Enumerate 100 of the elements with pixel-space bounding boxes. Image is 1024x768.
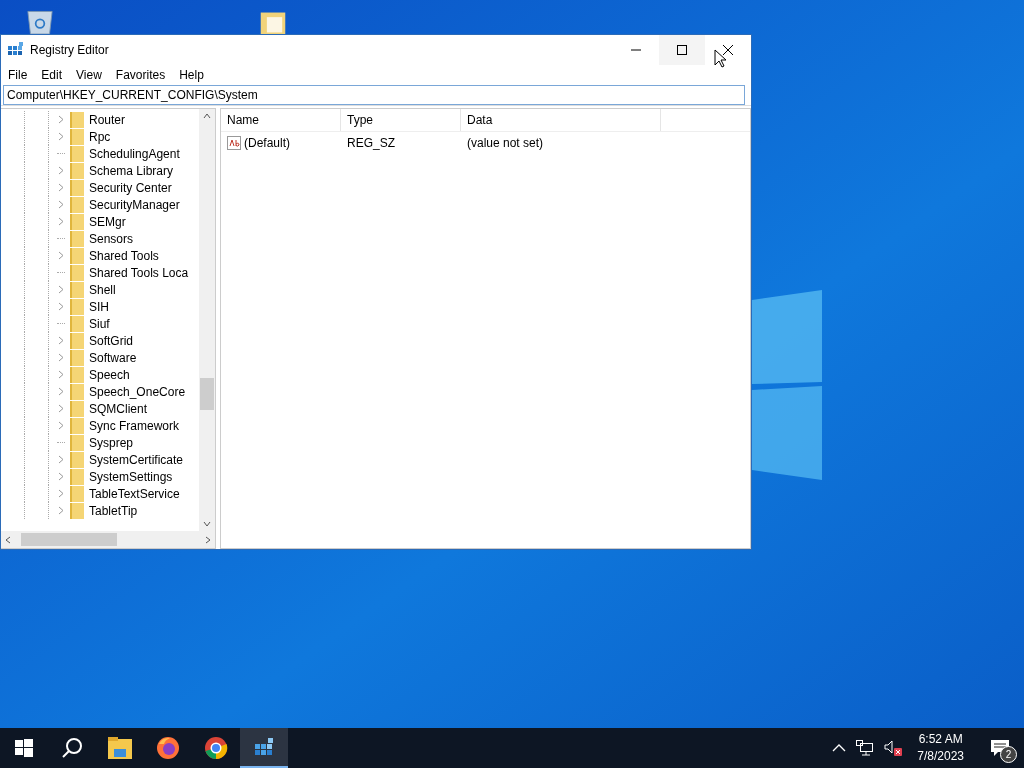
registry-icon bbox=[8, 42, 24, 58]
menu-item[interactable]: File bbox=[8, 68, 28, 82]
window-title: Registry Editor bbox=[30, 43, 110, 57]
tree-item[interactable]: Siuf bbox=[89, 316, 110, 331]
tree-item[interactable]: Sync Framework bbox=[89, 418, 180, 433]
column-header[interactable]: Data bbox=[461, 109, 661, 131]
chevron-icon[interactable] bbox=[57, 421, 64, 430]
address-field[interactable]: Computer\HKEY_CURRENT_CONFIG\System bbox=[3, 85, 745, 105]
scroll-down-icon[interactable] bbox=[203, 521, 211, 527]
notifications-button[interactable]: 2 bbox=[976, 728, 1024, 768]
tree-item[interactable]: SchedulingAgent bbox=[89, 146, 180, 161]
tree-item[interactable]: SecurityManager bbox=[89, 197, 180, 212]
tree-item[interactable]: TabletTip bbox=[89, 503, 138, 518]
folder-icon bbox=[70, 485, 84, 502]
folder-icon bbox=[70, 145, 84, 162]
folder-icon bbox=[70, 281, 84, 298]
chevron-icon[interactable] bbox=[57, 166, 64, 175]
folder-icon bbox=[108, 737, 132, 759]
chevron-icon[interactable] bbox=[57, 506, 64, 515]
folder-icon bbox=[70, 162, 84, 179]
folder-icon bbox=[70, 383, 84, 400]
chevron-icon[interactable] bbox=[57, 217, 64, 226]
muted-speaker-icon[interactable] bbox=[884, 739, 905, 757]
table-cell-text: REG_SZ bbox=[346, 136, 396, 150]
close-icon bbox=[722, 44, 734, 56]
menu-item[interactable]: Edit bbox=[41, 68, 63, 82]
horizontal-scrollbar[interactable] bbox=[1, 531, 215, 548]
chevron-icon[interactable] bbox=[57, 115, 64, 124]
tree-item[interactable]: Shell bbox=[89, 282, 116, 297]
tree-item[interactable]: SystemCertificate bbox=[89, 452, 184, 467]
tree-item[interactable]: SystemSettings bbox=[89, 469, 173, 484]
tree-item[interactable]: Router bbox=[89, 112, 126, 127]
chevron-icon[interactable] bbox=[57, 370, 64, 379]
tree-item[interactable]: TableTextService bbox=[89, 486, 180, 501]
chevron-icon[interactable] bbox=[57, 200, 64, 209]
notification-count: 2 bbox=[1000, 746, 1017, 763]
fox-globe-icon bbox=[156, 736, 180, 760]
tree-item[interactable]: Shared Tools Loca bbox=[89, 265, 189, 280]
chevron-icon[interactable] bbox=[57, 387, 64, 396]
folder-icon bbox=[70, 332, 84, 349]
clock-time: 6:52 AM bbox=[918, 731, 963, 748]
chevron-icon[interactable] bbox=[57, 132, 64, 141]
tree-item[interactable]: SEMgr bbox=[89, 214, 126, 229]
folder-icon bbox=[70, 111, 84, 128]
scrollbar-thumb[interactable] bbox=[200, 378, 214, 410]
tree-item[interactable]: SIH bbox=[89, 299, 109, 314]
search-icon bbox=[61, 737, 83, 759]
folder-icon bbox=[70, 366, 84, 383]
clock[interactable]: 6:52 AM 7/8/2023 bbox=[917, 731, 964, 765]
chevron-icon[interactable] bbox=[57, 353, 64, 362]
tree-item[interactable]: Schema Library bbox=[89, 163, 174, 178]
registry-taskbar-button[interactable] bbox=[240, 728, 288, 768]
windows-logo-icon bbox=[15, 739, 33, 757]
column-header[interactable]: Type bbox=[341, 109, 461, 131]
tree-item[interactable]: Sysprep bbox=[89, 435, 134, 450]
chevron-icon[interactable] bbox=[57, 489, 64, 498]
maximize-icon bbox=[676, 44, 688, 56]
folder-icon bbox=[70, 434, 84, 451]
tree-item[interactable]: Software bbox=[89, 350, 137, 365]
chevron-up-icon[interactable] bbox=[832, 743, 847, 753]
chevron-icon[interactable] bbox=[57, 404, 64, 413]
chevron-icon[interactable] bbox=[57, 472, 64, 481]
tree-item[interactable]: Speech bbox=[89, 367, 130, 382]
browser-icon bbox=[204, 736, 228, 760]
folder-icon bbox=[70, 230, 84, 247]
scrollbar-thumb[interactable] bbox=[21, 533, 117, 546]
tree-item[interactable]: SQMClient bbox=[89, 401, 147, 416]
folder-icon bbox=[70, 417, 84, 434]
tree-item[interactable]: Sensors bbox=[89, 231, 134, 246]
tree-item[interactable]: SoftGrid bbox=[89, 333, 133, 348]
folder-icon bbox=[70, 247, 84, 264]
chevron-icon[interactable] bbox=[57, 251, 64, 260]
chevron-icon[interactable] bbox=[57, 183, 64, 192]
menu-item[interactable]: View bbox=[76, 68, 102, 82]
folder-icon bbox=[70, 213, 84, 230]
chevron-icon[interactable] bbox=[57, 455, 64, 464]
tree-item[interactable]: Shared Tools bbox=[89, 248, 159, 263]
registry-icon bbox=[253, 736, 275, 758]
menu-item[interactable]: Favorites bbox=[115, 68, 166, 82]
folder-icon bbox=[70, 264, 84, 281]
chevron-icon[interactable] bbox=[57, 336, 64, 345]
tree-item[interactable]: Speech_OneCore bbox=[89, 384, 186, 399]
table-cell-text: (value not set) bbox=[466, 136, 545, 150]
maximize-button[interactable] bbox=[659, 35, 705, 65]
scroll-left-icon[interactable] bbox=[5, 535, 11, 544]
value-name[interactable]: (Default) bbox=[244, 136, 290, 150]
column-header[interactable]: Name bbox=[221, 109, 341, 131]
network-icon[interactable] bbox=[856, 740, 875, 756]
scroll-right-icon[interactable] bbox=[205, 535, 211, 544]
vertical-scrollbar[interactable] bbox=[199, 109, 215, 531]
mouse-pointer-icon bbox=[714, 49, 726, 68]
folder-icon bbox=[70, 349, 84, 366]
tree-item[interactable]: Security Center bbox=[89, 180, 172, 195]
chevron-icon[interactable] bbox=[57, 302, 64, 311]
menu-item[interactable]: Help bbox=[179, 68, 204, 82]
folder-icon bbox=[70, 400, 84, 417]
tree-item[interactable]: Rpc bbox=[89, 129, 111, 144]
folder-icon bbox=[70, 468, 84, 485]
chevron-icon[interactable] bbox=[57, 285, 64, 294]
scroll-up-icon[interactable] bbox=[203, 113, 211, 119]
